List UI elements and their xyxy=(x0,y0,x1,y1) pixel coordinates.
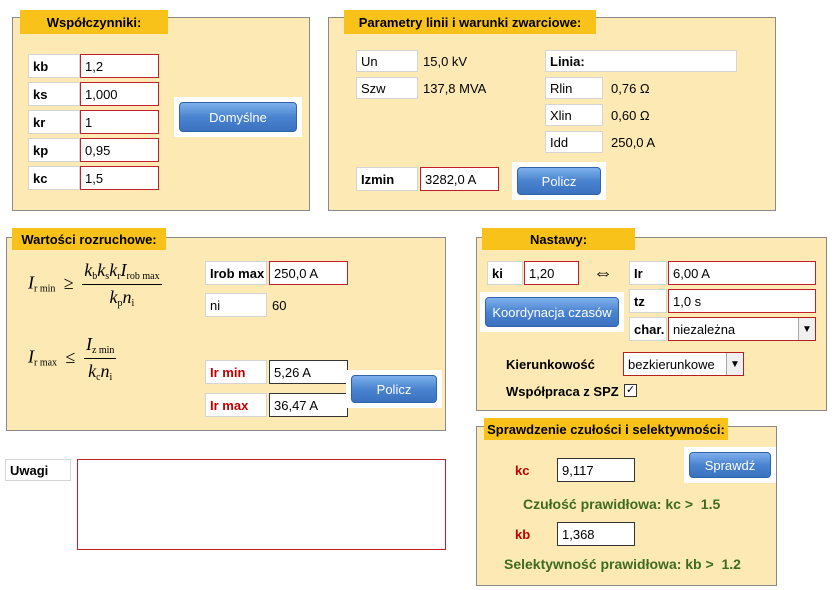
selectivity-threshold: 1.2 xyxy=(721,556,741,572)
ni-value: 60 xyxy=(272,297,287,313)
kc-label: kc xyxy=(28,166,80,190)
tz-input[interactable]: 1,0 s xyxy=(668,289,816,313)
irmax-value: 36,47 A xyxy=(269,393,348,417)
ks-input[interactable]: 1,000 xyxy=(80,82,159,106)
direction-label: Kierunkowość xyxy=(506,356,595,372)
szw-value: 137,8 MVA xyxy=(423,80,487,96)
start-calc-button[interactable]: Policz xyxy=(351,375,437,403)
kc-result-label: kc xyxy=(515,462,530,478)
irmin-formula: Ir min ≥ kbkskrIrob max kpni xyxy=(28,260,162,309)
selectivity-text: Selektywność prawidłowa: kb > xyxy=(504,556,714,572)
line-label: Linia: xyxy=(545,50,737,72)
start-values-title: Wartości rozruchowe: xyxy=(12,228,166,250)
rlin-label: Rlin xyxy=(545,77,603,99)
chevron-down-icon[interactable]: ▼ xyxy=(726,353,743,375)
irmax-label: Ir max xyxy=(205,393,267,417)
irmin-value: 5,26 A xyxy=(269,360,348,384)
notes-textarea[interactable] xyxy=(77,459,446,550)
default-button[interactable]: Domyślne xyxy=(179,102,297,132)
ki-label: ki xyxy=(487,261,523,285)
spz-label: Współpraca z SPZ xyxy=(506,383,619,399)
irmax-formula: Ir max ≤ Iz min kcni xyxy=(28,334,117,383)
line-calc-button-frame: Policz xyxy=(512,162,606,200)
irob-input[interactable]: 250,0 A xyxy=(269,261,348,285)
notes-label: Uwagi xyxy=(5,459,71,481)
check-title: Sprawdzenie czułości i selektywności: xyxy=(484,418,728,440)
kb-label: kb xyxy=(28,54,80,78)
izmin-input[interactable]: 3282,0 A xyxy=(420,167,499,191)
kc-result-value: 9,117 xyxy=(557,458,635,482)
xlin-value: 0,60 Ω xyxy=(611,107,650,123)
kc-input[interactable]: 1,5 xyxy=(80,166,159,190)
coefficients-title: Współczynniki: xyxy=(20,10,168,34)
ks-label: ks xyxy=(28,82,80,106)
start-calc-button-frame: Policz xyxy=(346,370,442,408)
ni-label: ni xyxy=(205,293,267,317)
coordination-button[interactable]: Koordynacja czasów xyxy=(485,297,619,327)
char-select[interactable]: niezależna ▼ xyxy=(668,317,816,341)
check-button-frame: Sprawdź xyxy=(684,447,776,483)
direction-select-value: bezkierunkowe xyxy=(628,356,715,372)
chevron-down-icon[interactable]: ▼ xyxy=(798,318,815,340)
ir-input[interactable]: 6,00 A xyxy=(668,261,816,285)
xlin-label: Xlin xyxy=(545,104,603,126)
kr-input[interactable]: 1 xyxy=(80,110,159,134)
kb-input[interactable]: 1,2 xyxy=(80,54,159,78)
kp-input[interactable]: 0,95 xyxy=(80,138,159,162)
kr-label: kr xyxy=(28,110,80,134)
idd-value: 250,0 A xyxy=(611,134,656,150)
selectivity-result: Selektywność prawidłowa: kb > 1.2 xyxy=(504,553,741,575)
irmin-label: Ir min xyxy=(205,360,267,384)
irob-label: Irob max xyxy=(205,261,267,285)
kb-result-label: kb xyxy=(515,526,531,542)
ir-label: Ir xyxy=(629,261,667,285)
sensitivity-text: Czułość prawidłowa: kc > xyxy=(523,496,693,512)
check-button[interactable]: Sprawdź xyxy=(689,452,771,478)
un-label: Un xyxy=(356,50,418,72)
coordination-button-frame: Koordynacja czasów xyxy=(480,292,624,332)
kb-result-value: 1,368 xyxy=(557,522,635,546)
rlin-value: 0,76 Ω xyxy=(611,80,650,96)
default-button-frame: Domyślne xyxy=(174,97,302,137)
direction-select[interactable]: bezkierunkowe ▼ xyxy=(623,352,744,376)
sensitivity-result: Czułość prawidłowa: kc > 1.5 xyxy=(523,493,720,515)
tz-label: tz xyxy=(629,289,667,313)
char-select-value: niezależna xyxy=(673,321,736,337)
link-icon: ⇔ xyxy=(593,261,613,284)
sensitivity-threshold: 1.5 xyxy=(700,496,721,512)
ki-input[interactable]: 1,20 xyxy=(524,261,579,285)
line-params-title: Parametry linii i warunki zwarciowe: xyxy=(344,10,596,34)
idd-label: Idd xyxy=(545,131,603,153)
settings-title: Nastawy: xyxy=(482,228,635,250)
kp-label: kp xyxy=(28,138,80,162)
un-value: 15,0 kV xyxy=(423,53,468,69)
line-calc-button[interactable]: Policz xyxy=(517,167,601,195)
char-label: char. xyxy=(629,317,667,341)
szw-label: Szw xyxy=(356,77,418,99)
spz-checkbox[interactable]: ✓ xyxy=(624,384,637,397)
izmin-label: Izmin xyxy=(356,167,418,191)
